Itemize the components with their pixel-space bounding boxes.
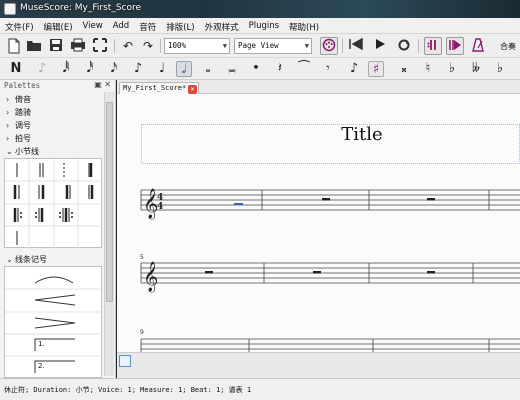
menu-notes[interactable]: 音符 bbox=[134, 18, 161, 33]
chevron-down-icon: ▼ bbox=[304, 42, 309, 50]
undo-icon[interactable]: ↶ bbox=[120, 38, 136, 54]
app-icon bbox=[4, 3, 16, 15]
save-icon[interactable] bbox=[48, 38, 64, 54]
rewind-icon[interactable] bbox=[348, 37, 364, 54]
chevron-right-icon: › bbox=[6, 108, 10, 117]
whole-rest bbox=[322, 198, 330, 201]
chevron-down-icon: ▼ bbox=[222, 42, 227, 50]
zoom-value: 100% bbox=[168, 41, 187, 50]
score-canvas[interactable]: Title 𝄞 4 4 5 𝄞 9 bbox=[117, 94, 520, 352]
measure-number-5: 5 bbox=[140, 254, 144, 261]
palette-panel: Palettes ▣ ✕ › 倚音 › 踏骑 › 调号 › 拍号 ⌄ 小节线 ⌄… bbox=[0, 80, 116, 378]
chevron-down-icon: ⌄ bbox=[6, 255, 13, 264]
print-icon[interactable] bbox=[70, 38, 86, 54]
window-title: MuseScore: My_First_Score bbox=[20, 3, 142, 13]
repeat-playback-button[interactable] bbox=[424, 37, 442, 55]
chevron-down-icon: ⌄ bbox=[6, 147, 13, 156]
metronome-icon[interactable] bbox=[470, 38, 486, 54]
new-file-icon[interactable] bbox=[6, 38, 22, 54]
flip-direction-icon[interactable]: 𝄾 bbox=[320, 61, 336, 77]
sixteenth-note-icon[interactable]: 𝅘𝅥𝅯 bbox=[106, 61, 122, 77]
open-folder-icon[interactable] bbox=[26, 38, 42, 54]
chevron-right-icon: › bbox=[6, 121, 10, 130]
midi-input-button[interactable] bbox=[320, 37, 338, 55]
barline-grid-cells bbox=[5, 159, 103, 249]
file-toolbar: ↶ ↷ 100% ▼ Page View ▼ 合奏 bbox=[0, 34, 520, 58]
play-icon[interactable] bbox=[372, 38, 388, 54]
palette-float-close-icon[interactable]: ▣ ✕ bbox=[94, 80, 111, 89]
flat-icon-2[interactable]: ♭ bbox=[492, 61, 508, 77]
menu-help[interactable]: 帮助(H) bbox=[284, 18, 324, 33]
view-mode-select[interactable]: Page View ▼ bbox=[234, 38, 312, 54]
lines-grid: 1. 2. bbox=[4, 266, 103, 378]
menu-add[interactable]: Add bbox=[108, 18, 134, 33]
palette-section-timesig[interactable]: › 拍号 bbox=[6, 133, 31, 144]
sharp-accidental-icon[interactable]: ♯ bbox=[368, 61, 384, 77]
eighth-note-icon[interactable]: ♪ bbox=[130, 61, 146, 77]
menu-edit[interactable]: 编辑(E) bbox=[39, 18, 78, 33]
fullscreen-icon[interactable] bbox=[92, 38, 108, 54]
time-signature-bottom: 4 bbox=[157, 202, 163, 212]
palette-section-barline[interactable]: ⌄ 小节线 bbox=[6, 146, 39, 157]
volta-2-label: 2. bbox=[38, 362, 45, 370]
chevron-right-icon: › bbox=[6, 134, 10, 143]
palette-title: Palettes bbox=[4, 81, 41, 90]
menu-style[interactable]: 外观样式 bbox=[200, 18, 244, 33]
whole-note-icon[interactable]: 𝅝 bbox=[200, 61, 216, 77]
title-bar: MuseScore: My_First_Score bbox=[0, 0, 520, 18]
barline-grid bbox=[4, 158, 103, 249]
status-bar: 休止符; Duration: 小节; Voice: 1; Measure: 1;… bbox=[0, 378, 520, 400]
quarter-note-icon[interactable]: ♩ bbox=[154, 61, 170, 77]
palette-section-grace[interactable]: › 倚音 bbox=[6, 94, 31, 105]
tie-icon[interactable]: ⁀ bbox=[296, 61, 312, 77]
note-input-mode-icon[interactable]: N bbox=[8, 61, 24, 77]
lines-grid-cells bbox=[5, 276, 103, 373]
thirty-second-note-icon[interactable]: 𝅘𝅥𝅰 bbox=[82, 61, 98, 77]
selected-rest[interactable] bbox=[234, 203, 243, 205]
ensemble-label: 合奏 bbox=[500, 42, 516, 51]
voice-icon[interactable]: ♪ bbox=[346, 61, 362, 77]
note-input-toolbar: N ♪ 𝅘𝅥𝅱 𝅘𝅥𝅰 𝅘𝅥𝅯 ♪ ♩ 𝅗𝅥 𝅝 𝅜 • 𝄽 ⁀ 𝄾 ♪ ♯ 𝄪… bbox=[0, 58, 520, 80]
double-sharp-icon[interactable]: 𝄪 bbox=[396, 61, 412, 77]
palette-scrollbar[interactable] bbox=[104, 92, 114, 376]
palette-section-pedal[interactable]: › 踏骑 bbox=[6, 107, 31, 118]
menu-layout[interactable]: 排版(L) bbox=[161, 18, 199, 33]
navigator-viewport[interactable] bbox=[119, 355, 131, 367]
chevron-right-icon: › bbox=[6, 95, 10, 104]
double-flat-icon[interactable]: 𝄫 bbox=[468, 61, 484, 77]
natural-icon[interactable]: ♮ bbox=[420, 61, 436, 77]
flat-icon[interactable]: ♭ bbox=[444, 61, 460, 77]
score-tab-bar: My_First_Score* ✕ bbox=[117, 80, 520, 94]
rest-icon[interactable]: 𝄽 bbox=[272, 61, 288, 77]
menu-view[interactable]: View bbox=[78, 18, 108, 33]
palette-section-keysig[interactable]: › 调号 bbox=[6, 120, 31, 131]
close-icon[interactable]: ✕ bbox=[188, 85, 197, 94]
loop-icon[interactable] bbox=[396, 38, 412, 54]
measure-number-9: 9 bbox=[140, 329, 144, 336]
menu-bar: 文件(F) 编辑(E) View Add 音符 排版(L) 外观样式 Plugi… bbox=[0, 18, 520, 34]
palette-section-lines[interactable]: ⌄ 线条记号 bbox=[6, 254, 47, 265]
menu-plugins[interactable]: Plugins bbox=[244, 18, 284, 33]
zoom-select[interactable]: 100% ▼ bbox=[164, 38, 230, 54]
tab-my-first-score[interactable]: My_First_Score* ✕ bbox=[119, 82, 199, 94]
menu-file[interactable]: 文件(F) bbox=[0, 18, 39, 33]
redo-icon[interactable]: ↷ bbox=[140, 38, 156, 54]
grace-note-icon[interactable]: ♪ bbox=[34, 61, 50, 77]
score-navigator[interactable] bbox=[117, 352, 520, 378]
staff-system-1 bbox=[140, 189, 520, 211]
score-staves: 𝄞 4 4 5 𝄞 9 bbox=[140, 188, 520, 352]
staff-system-3 bbox=[140, 338, 520, 352]
whole-rest bbox=[427, 198, 435, 201]
double-whole-note-icon[interactable]: 𝅜 bbox=[224, 61, 240, 77]
half-note-icon[interactable]: 𝅗𝅥 bbox=[176, 61, 192, 77]
dot-icon[interactable]: • bbox=[248, 61, 264, 77]
pan-score-button[interactable] bbox=[446, 37, 464, 55]
volta-1-label: 1. bbox=[38, 340, 45, 348]
staff-system-2 bbox=[140, 262, 520, 284]
tab-label: My_First_Score* bbox=[123, 84, 187, 92]
sixty-fourth-note-icon[interactable]: 𝅘𝅥𝅱 bbox=[58, 61, 74, 77]
treble-clef-icon: 𝄞 bbox=[143, 261, 158, 293]
view-mode-value: Page View bbox=[238, 41, 279, 50]
